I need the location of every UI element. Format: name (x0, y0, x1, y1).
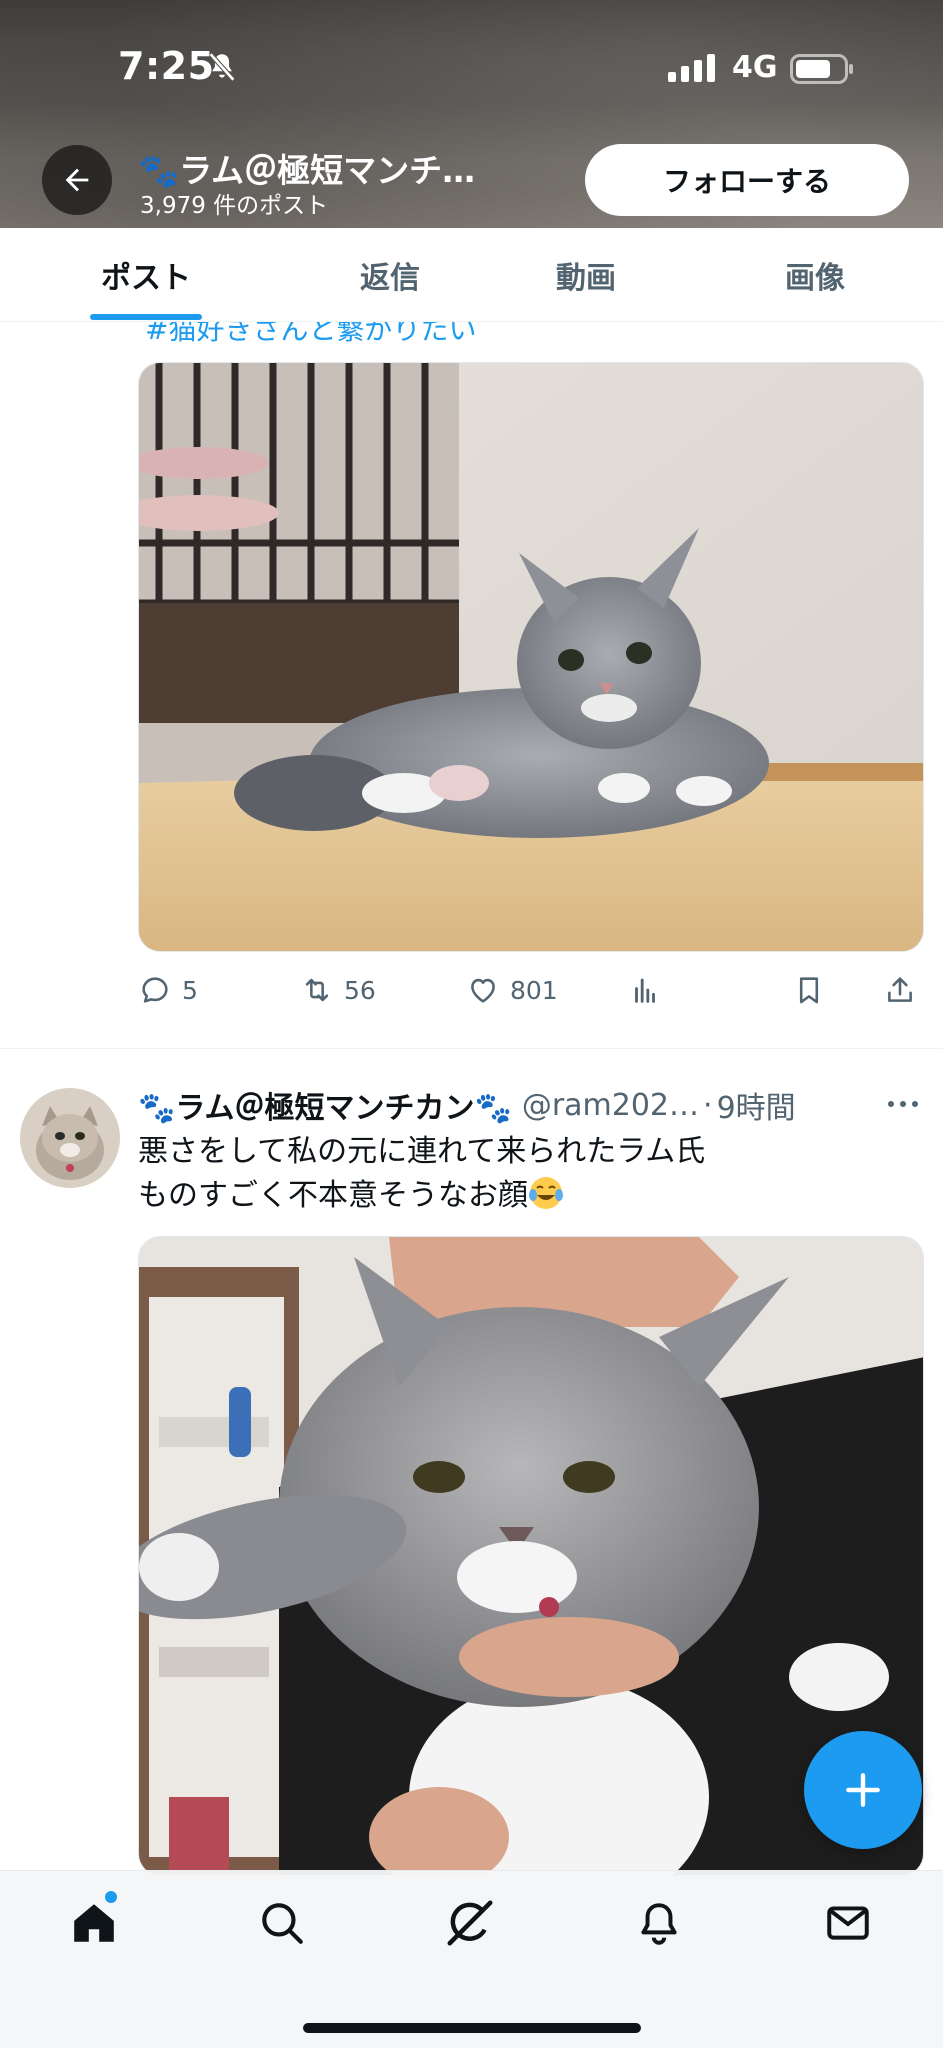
author-name[interactable]: 🐾ラム＠極短マンチカン🐾 (138, 1083, 512, 1127)
post-photo-kitten[interactable] (138, 362, 924, 952)
tab-replies[interactable]: 返信 (340, 228, 440, 322)
bell-icon (641, 1903, 677, 1945)
profile-name: 🐾ラム＠極短マンチ… (138, 151, 476, 190)
like-count: 801 (510, 975, 558, 1005)
share-upload-icon (888, 977, 912, 1002)
nav-home[interactable] (64, 1893, 124, 1953)
post2-text: 悪さをして私の元に連れて来られたラム氏 ものすごく不本意そうなお顔 (138, 1130, 918, 1218)
search-icon (262, 1903, 303, 1944)
nav-grok[interactable] (440, 1893, 500, 1953)
home-indicator-bar[interactable] (303, 2023, 641, 2033)
post-count: 3,979 件のポスト (140, 193, 329, 219)
active-tab-indicator (90, 314, 202, 320)
home-icon (74, 1904, 114, 1942)
repost-arrows-icon (305, 978, 329, 1002)
follow-button[interactable]: フォローする (585, 144, 909, 216)
kitten-image (139, 363, 923, 951)
repost-count: 56 (344, 975, 376, 1005)
bottom-navigation (0, 1870, 943, 2048)
reply-button[interactable]: 5 (138, 965, 198, 1015)
grok-icon (447, 1900, 493, 1946)
plus-icon (846, 1773, 880, 1807)
post-time[interactable]: 9時間 (717, 1083, 796, 1127)
back-button[interactable] (42, 145, 112, 215)
battery-icon (790, 54, 853, 84)
bar-chart-icon (635, 978, 655, 1003)
post1-action-bar: 5 56 801 (138, 965, 928, 1015)
signal-strength-icon (668, 54, 715, 82)
repost-button[interactable]: 56 (300, 965, 376, 1015)
post-text-line1: 悪さをして私の元に連れて来られたラム氏 (138, 1134, 706, 1169)
author-handle[interactable]: @ram202… (522, 1088, 699, 1123)
tab-images[interactable]: 画像 (765, 228, 865, 322)
views-button[interactable] (628, 965, 662, 1015)
bookmark-button[interactable] (792, 965, 826, 1015)
profile-banner-header: 7:25 4G 🐾ラム＠極短マンチ… 3,979 件のポスト フォローする (0, 0, 943, 228)
more-options-icon[interactable] (885, 1092, 921, 1116)
separator-dot: · (703, 1087, 713, 1123)
avatar-cat-image (20, 1088, 120, 1188)
home-notification-dot (105, 1891, 117, 1903)
profile-tabs: ポスト 返信 動画 画像 (0, 228, 943, 322)
mail-icon (827, 1906, 869, 1940)
nav-notifications[interactable] (629, 1893, 689, 1953)
speech-bubble-icon (142, 977, 168, 1003)
tab-posts[interactable]: ポスト (90, 228, 202, 322)
bell-off-icon (208, 52, 236, 82)
tears-of-joy-emoji-icon (529, 1177, 563, 1209)
post-text-line2: ものすごく不本意そうなお顔 (138, 1174, 918, 1218)
share-button[interactable] (883, 965, 917, 1015)
nav-search[interactable] (252, 1893, 312, 1953)
status-time: 7:25 (118, 44, 215, 88)
arrow-left-icon (65, 168, 89, 192)
compose-post-button[interactable] (804, 1731, 922, 1849)
network-type: 4G (732, 50, 778, 85)
reply-count: 5 (182, 975, 198, 1005)
heart-icon (471, 978, 495, 1003)
like-button[interactable]: 801 (466, 965, 558, 1015)
post-text-line2-body: ものすごく不本意そうなお顔 (138, 1178, 528, 1213)
post2-header: 🐾ラム＠極短マンチカン🐾 @ram202… · 9時間 (138, 1082, 928, 1128)
post-divider (0, 1048, 943, 1049)
avatar[interactable] (20, 1088, 120, 1188)
nav-messages[interactable] (818, 1893, 878, 1953)
tab-videos[interactable]: 動画 (536, 228, 636, 322)
bookmark-icon (799, 977, 819, 1004)
